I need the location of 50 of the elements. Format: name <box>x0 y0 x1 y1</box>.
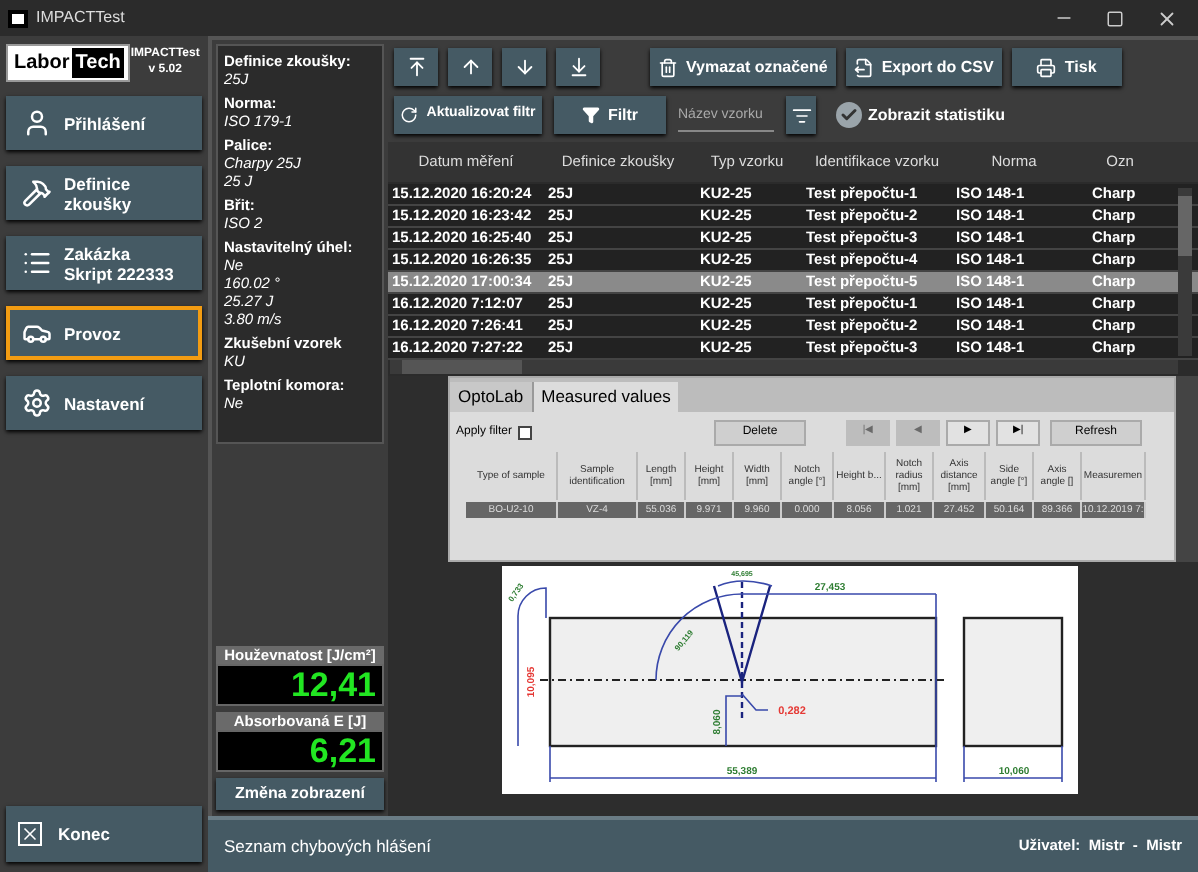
tab[interactable]: Measured values <box>533 382 679 412</box>
export-icon <box>853 57 874 77</box>
move-up-button[interactable] <box>448 48 492 86</box>
arrow-to-top-icon <box>405 56 427 78</box>
action-button[interactable]: Vymazat označené <box>650 48 836 86</box>
action-button[interactable]: Export do CSV <box>845 48 1002 86</box>
app-icon <box>8 9 28 27</box>
arrow-up-icon <box>459 56 481 78</box>
toggle-view-button[interactable]: Změna zobrazení <box>216 778 384 810</box>
logo-text: Labor <box>12 49 72 77</box>
tab[interactable]: OptoLab <box>450 382 534 412</box>
checkbox[interactable] <box>518 425 533 439</box>
trash-icon <box>658 57 678 77</box>
readout-value: 6,21 <box>216 730 384 772</box>
specimen-side-rect <box>962 616 1064 748</box>
filter-icon <box>581 106 600 124</box>
show-statistics-toggle[interactable]: Zobrazit statistiku <box>836 102 1005 128</box>
vertical-scrollbar[interactable] <box>1178 188 1192 356</box>
readout-value: 12,41 <box>216 664 384 706</box>
nav-button[interactable]: Nastavení <box>6 376 202 430</box>
list-icon <box>22 248 52 278</box>
nav-button[interactable]: Přihlášení <box>6 96 202 150</box>
action-button[interactable]: Tisk <box>1011 48 1122 86</box>
horizontal-scrollbar[interactable] <box>390 360 1178 374</box>
vertical-scrollbar[interactable] <box>1176 376 1198 562</box>
logo-text: Tech <box>71 47 125 77</box>
close-icon[interactable] <box>1156 7 1178 29</box>
refresh-icon <box>400 106 419 124</box>
exit-button[interactable]: Konec <box>6 806 202 862</box>
user-icon <box>22 108 52 138</box>
arrow-down-icon <box>513 56 535 78</box>
sort-button[interactable] <box>786 96 816 134</box>
checkbox[interactable] <box>836 102 862 128</box>
close-icon <box>18 822 42 846</box>
move-top-button[interactable] <box>394 48 438 86</box>
nav-button[interactable]: Provoz <box>6 306 202 360</box>
arrow-to-bottom-icon <box>567 56 589 78</box>
printer-icon <box>1036 57 1057 77</box>
settings-icon <box>22 388 52 418</box>
window-title: IMPACTTest <box>36 6 125 30</box>
filter-button[interactable]: Filtr <box>554 96 666 134</box>
nav-button[interactable]: Zakázka Skript 222333 <box>6 236 202 290</box>
maximize-icon[interactable] <box>1106 9 1124 27</box>
move-bottom-button[interactable] <box>556 48 600 86</box>
move-down-button[interactable] <box>502 48 546 86</box>
nav-button[interactable]: Definice zkoušky <box>6 166 202 220</box>
hammer-icon <box>22 178 52 208</box>
error-list-link[interactable]: Seznam chybových hlášení <box>224 833 431 859</box>
check-icon <box>840 106 858 124</box>
filter-lines-icon <box>791 105 811 125</box>
